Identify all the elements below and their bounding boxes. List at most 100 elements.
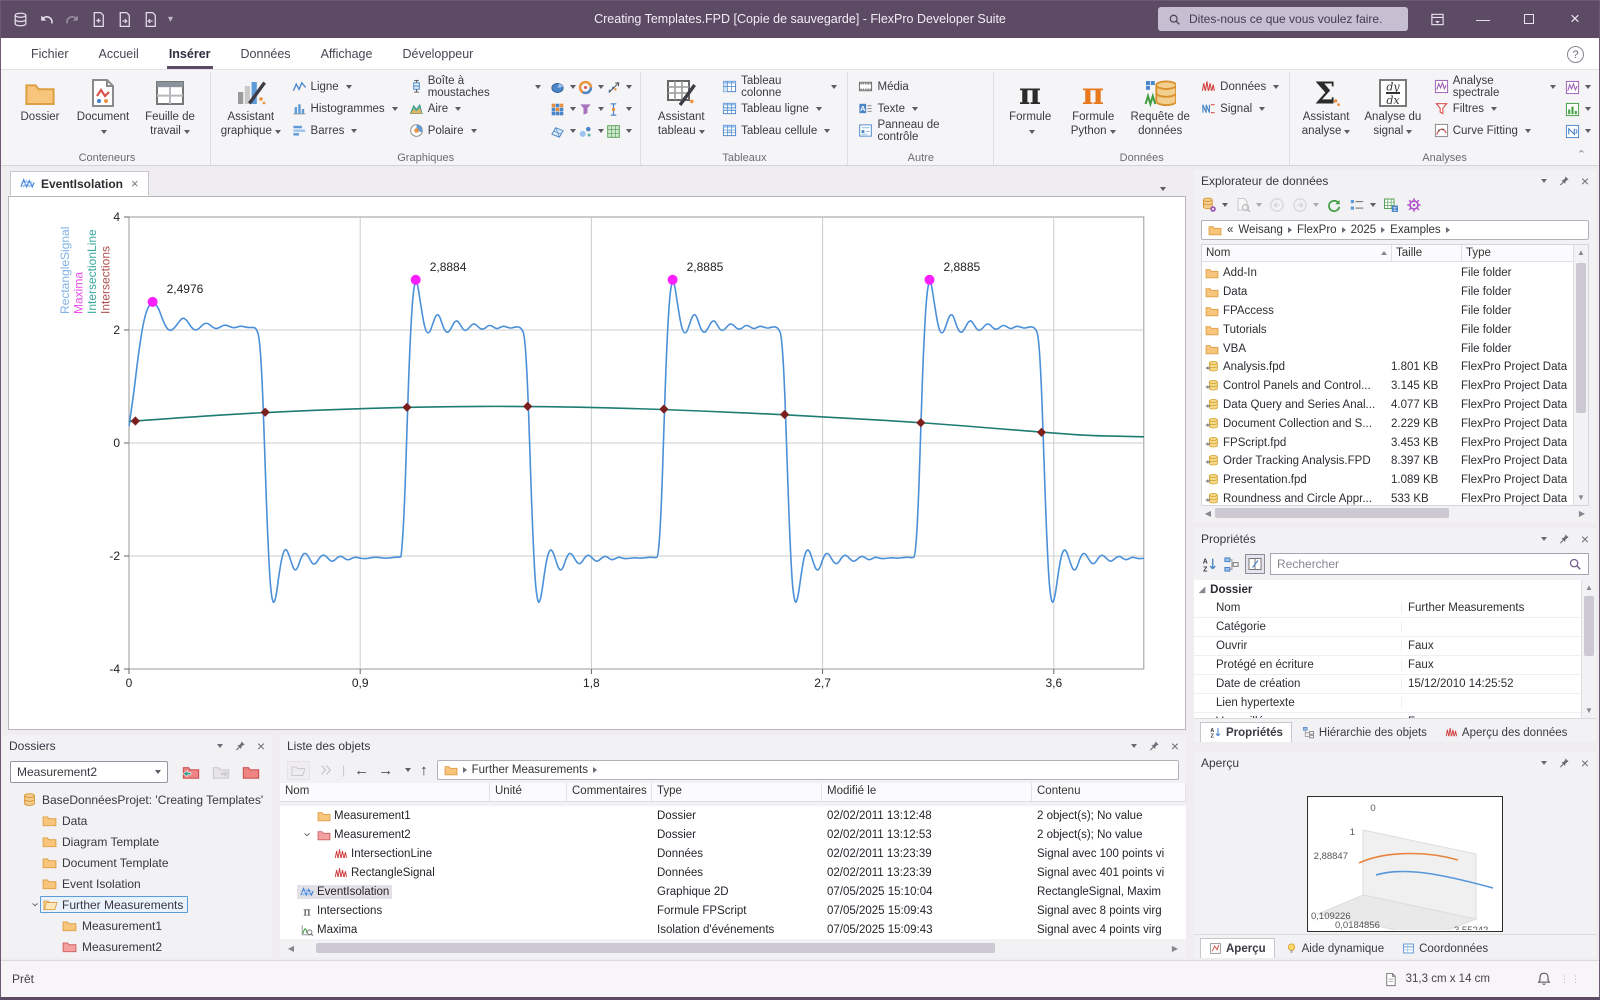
tableau-colonne-button[interactable]: Tableau colonne [719, 75, 840, 99]
crumb-2025[interactable]: 2025 [1351, 224, 1377, 236]
analyse-du-signal-button[interactable]: dy dx Analyse du signal [1360, 74, 1426, 138]
save-database-icon[interactable] [12, 11, 29, 28]
import-document-icon[interactable] [116, 11, 133, 28]
open-object-button[interactable] [287, 760, 310, 780]
tab-accueil[interactable]: Accueil [84, 38, 154, 69]
column-header-nom[interactable]: Nom [1202, 245, 1392, 261]
crumb-weisang[interactable]: Weisang [1238, 224, 1283, 236]
folder-combo-box[interactable]: Measurement2 [10, 761, 168, 783]
col-type[interactable]: Type [652, 783, 822, 801]
property-row[interactable]: Lien hypertexte [1194, 694, 1581, 713]
col-unite[interactable]: Unité [490, 783, 567, 801]
toggle-description-button[interactable] [1245, 554, 1265, 574]
tab-proprietes[interactable]: A Z Propriétés [1200, 722, 1292, 742]
preview-3d-thumbnail[interactable]: 012,888470,1092260,01848563,55242 [1307, 796, 1503, 938]
tableau-ligne-button[interactable]: Tableau ligne [719, 98, 840, 119]
tree-item-diagram-template[interactable]: Diagram Template [6, 831, 268, 852]
explorer-file-row[interactable]: Data Query and Series Anal... 4.077 KB F… [1202, 396, 1573, 415]
preview-close-icon[interactable]: × [1581, 756, 1589, 770]
boite-a-moustaches-button[interactable]: Boîte à moustaches [406, 75, 545, 99]
col-contenu[interactable]: Contenu [1032, 783, 1186, 801]
crumb-examples[interactable]: Examples [1390, 224, 1441, 236]
assistant-graphique-button[interactable]: Assistant graphique [218, 74, 284, 138]
minimize-button[interactable]: — [1460, 0, 1506, 38]
tree-item-data[interactable]: Data [6, 810, 268, 831]
panneau-de-controle-button[interactable]: Panneau de contrôle [855, 119, 986, 143]
database-settings-button[interactable] [1201, 197, 1228, 213]
tab-developpeur[interactable]: Développeur [387, 38, 488, 69]
doughnut-button[interactable] [577, 76, 605, 98]
folders-close-icon[interactable]: × [257, 739, 265, 753]
explorer-breadcrumb[interactable]: « Weisang FlexPro 2025 Examples [1201, 220, 1589, 240]
property-row[interactable]: Date de création 15/12/2010 14:25:52 [1194, 675, 1581, 694]
tab-aide-dynamique[interactable]: Aide dynamique [1277, 939, 1392, 958]
texte-button[interactable]: A Texte [855, 98, 986, 119]
maximize-button[interactable] [1506, 0, 1552, 38]
chart-canvas[interactable]: 0 0,9 1,8 2,7 3,6 4 2 0 -2 -4 RectangleSignal Maxim… [8, 196, 1186, 730]
explorer-horizontal-scrollbar[interactable]: ◀ ▶ [1201, 506, 1589, 520]
heatmap-button[interactable] [549, 98, 577, 120]
ligne-button[interactable]: Ligne [289, 76, 401, 97]
nav-forward-arrow[interactable]: → [378, 762, 393, 779]
tab-apercu-des-donnees[interactable]: Aperçu des données [1437, 723, 1576, 742]
properties-close-icon[interactable]: × [1581, 532, 1589, 546]
bubble-button[interactable] [577, 120, 605, 142]
table-calc-button[interactable]: Σ [1383, 197, 1399, 213]
doctab-list-dropdown[interactable] [1160, 187, 1166, 191]
tab-affichage[interactable]: Affichage [306, 38, 388, 69]
nav-forward-button[interactable] [1292, 197, 1319, 213]
column-header-taille[interactable]: Taille [1392, 245, 1462, 261]
barres-button[interactable]: Barres [289, 120, 401, 141]
explorer-file-row[interactable]: FPScript.fpd 3.453 KB FlexPro Project Da… [1202, 433, 1573, 452]
doctab-eventisolation[interactable]: EventIsolation × [10, 171, 149, 196]
object-row-measurement1[interactable]: Measurement1 Dossier 02/02/2011 13:12:48… [280, 806, 1186, 825]
nav-history-chevron[interactable] [405, 768, 412, 772]
feuille-de-travail-button[interactable]: Feuille de travail [137, 74, 203, 138]
col-modifie-le[interactable]: Modifié le [822, 783, 1032, 801]
map-pattern-button[interactable] [605, 120, 633, 142]
properties-pin-icon[interactable] [1558, 533, 1570, 545]
export-document-icon[interactable] [142, 11, 159, 28]
property-group-header[interactable]: ◢ Dossier [1194, 580, 1581, 599]
col-nom[interactable]: Nom [280, 783, 490, 801]
refresh-button[interactable] [1326, 197, 1342, 213]
tab-inserer[interactable]: Insérer [154, 38, 226, 69]
object-row-measurement2[interactable]: › Measurement2 Dossier 02/02/2011 13:12:5… [280, 825, 1186, 844]
properties-vertical-scrollbar[interactable]: ▲ ▼ [1581, 580, 1596, 718]
undo-icon[interactable] [38, 11, 55, 28]
donnees-button[interactable]: Données [1198, 76, 1282, 97]
tree-item-measurement2[interactable]: Measurement2 [6, 936, 268, 956]
explorer-file-row[interactable]: Presentation.fpd 1.089 KB FlexPro Projec… [1202, 471, 1573, 490]
explorer-file-row[interactable]: Add-In File folder [1202, 264, 1573, 283]
list-view-button[interactable] [1349, 197, 1376, 213]
histogrammes-button[interactable]: Histogrammes [289, 98, 401, 119]
explorer-file-row[interactable]: Document Collection and S... 2.229 KB Fl… [1202, 414, 1573, 433]
error-bars-button[interactable] [605, 98, 633, 120]
tree-item-further-measurements[interactable]: › Further Measurements [6, 894, 268, 915]
object-row-intersectionline[interactable]: IntersectionLine Données 02/02/2011 13:2… [280, 844, 1186, 863]
preview-pin-icon[interactable] [1558, 757, 1570, 769]
sort-alphabetical-button[interactable]: AZ [1201, 556, 1218, 573]
close-button[interactable]: × [1552, 0, 1598, 38]
explorer-file-row[interactable]: Control Panels and Control... 3.145 KB F… [1202, 377, 1573, 396]
assistant-tableau-button[interactable]: Assistant tableau [648, 74, 714, 138]
copy-to-folder-icon[interactable] [212, 763, 230, 781]
new-folder-icon[interactable] [242, 763, 260, 781]
crumb-flexpro[interactable]: FlexPro [1297, 224, 1337, 236]
tree-item-basedonn-esprojet-creating-templates-[interactable]: BaseDonnéesProjet: 'Creating Templates' [6, 789, 268, 810]
expand-all-button[interactable] [319, 763, 333, 777]
explorer-pin-icon[interactable] [1558, 175, 1570, 187]
categorize-button[interactable] [1223, 556, 1240, 573]
explorer-file-row[interactable]: Analysis.fpd 1.801 KB FlexPro Project Da… [1202, 358, 1573, 377]
explorer-file-row[interactable]: Tutorials File folder [1202, 320, 1573, 339]
objects-pin-icon[interactable] [1148, 740, 1160, 752]
curve-fitting-button[interactable]: Curve Fitting [1431, 120, 1559, 141]
property-row[interactable]: Catégorie [1194, 618, 1581, 637]
qat-customize-icon[interactable]: ▾ [168, 14, 173, 25]
object-caret[interactable]: › [301, 827, 316, 842]
nav-back-arrow[interactable]: ← [354, 762, 369, 779]
objects-menu-icon[interactable] [1130, 744, 1137, 748]
spectrum-box-button[interactable] [1564, 76, 1592, 98]
objects-breadcrumb[interactable]: Further Measurements [436, 760, 1179, 780]
help-button[interactable]: ? [1567, 46, 1584, 63]
